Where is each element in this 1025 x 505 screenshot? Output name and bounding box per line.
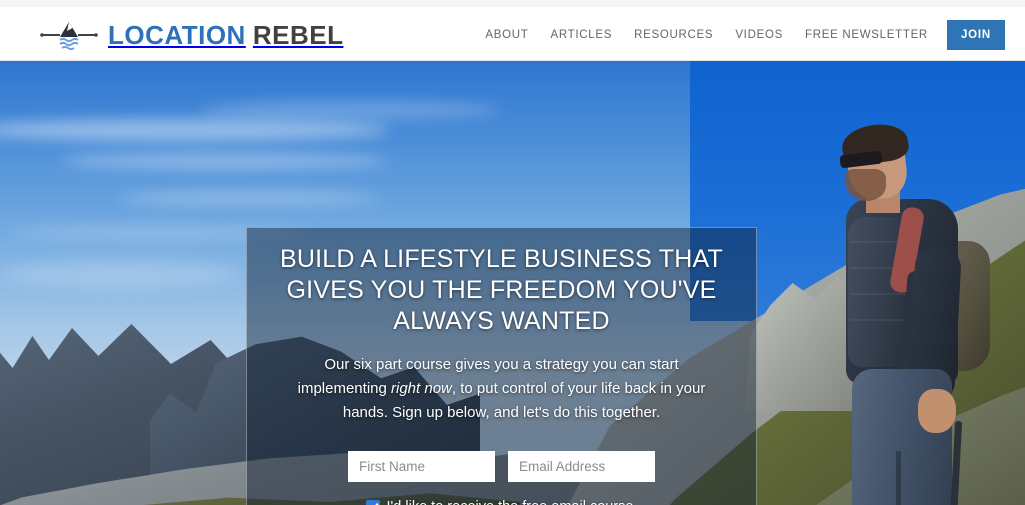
hiker-beard [846,169,886,201]
site-header: LOCATION REBEL ABOUT ARTICLES RESOURCES V… [0,7,1025,61]
vest-seam [850,319,908,321]
cloud [200,101,500,119]
brand-logo-link[interactable]: LOCATION REBEL [40,16,343,54]
consent-label: I'd like to receive the free email cours… [387,499,638,505]
page-root: LOCATION REBEL ABOUT ARTICLES RESOURCES V… [0,0,1025,505]
hiker-hand [918,389,956,433]
nav-item-videos[interactable]: VIDEOS [724,18,794,52]
nav-item-free-newsletter[interactable]: FREE NEWSLETTER [794,18,939,52]
hero-optin-card: BUILD A LIFESTYLE BUSINESS THAT GIVES YO… [246,227,757,505]
hero-section: BUILD A LIFESTYLE BUSINESS THAT GIVES YO… [0,61,1025,505]
email-address-input[interactable] [508,451,655,482]
cloud [60,153,390,169]
nav-item-about[interactable]: ABOUT [474,18,539,52]
cloud [0,261,240,287]
first-name-input[interactable] [348,451,495,482]
hiker-photo-subject [800,120,1010,505]
nav-item-articles[interactable]: ARTICLES [540,18,624,52]
brand-word-rebel: REBEL [252,20,344,50]
join-button[interactable]: JOIN [946,20,1005,50]
consent-row: I'd like to receive the free email cours… [273,499,730,505]
mountain-wave-icon [40,18,98,52]
main-navigation: ABOUT ARTICLES RESOURCES VIDEOS FREE NEW… [474,18,1013,52]
hero-subheadline: Our six part course gives you a strategy… [273,353,730,425]
optin-form-fields [273,451,730,482]
cloud [120,191,380,205]
brand-word-location: LOCATION [108,20,246,50]
brand-wordmark: LOCATION REBEL [108,22,343,48]
hiker-leg-seam [896,451,901,505]
hero-sub-emphasis: right now [391,380,452,397]
consent-checkbox[interactable] [365,500,380,505]
nav-item-resources[interactable]: RESOURCES [623,18,724,52]
vest-seam [850,293,908,295]
top-accent-strip [0,0,1025,7]
hero-headline: BUILD A LIFESTYLE BUSINESS THAT GIVES YO… [280,245,723,335]
